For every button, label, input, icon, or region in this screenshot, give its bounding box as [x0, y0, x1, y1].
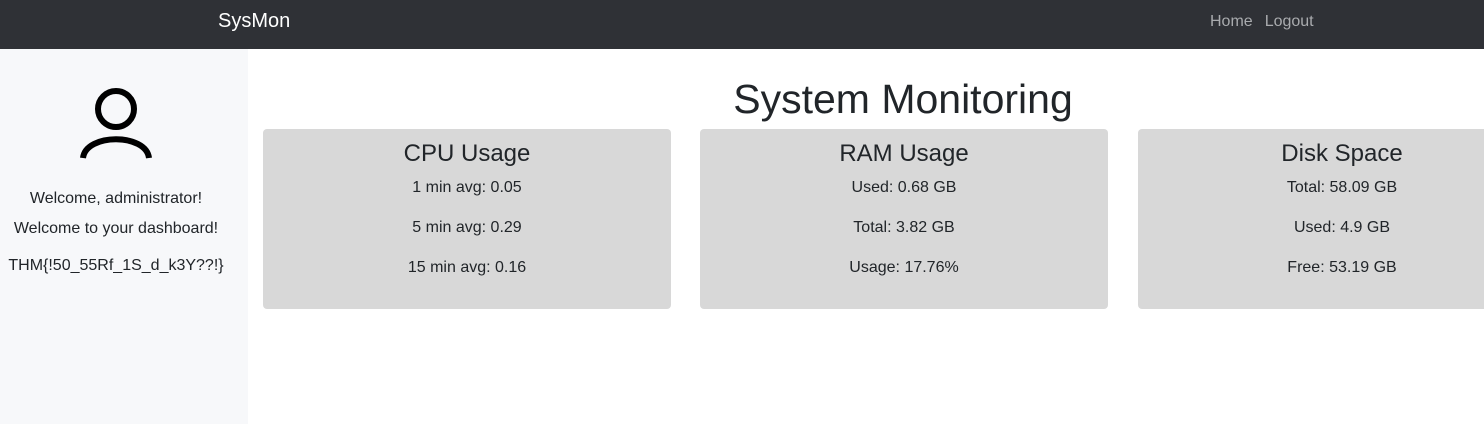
disk-total: Total: 58.09 GB — [1286, 179, 1398, 196]
top-navbar: SysMon Home Logout — [0, 0, 1484, 49]
brand-link[interactable]: SysMon — [218, 10, 290, 32]
disk-free: Free: 53.19 GB — [1287, 259, 1397, 276]
ram-used: Used: 0.68 GB — [851, 179, 957, 196]
cpu-usage-card: CPU Usage 1 min avg: 0.05 5 min avg: 0.2… — [263, 129, 671, 309]
card-title: CPU Usage — [403, 140, 531, 167]
page-title: System Monitoring — [733, 76, 1073, 122]
flag-text: THM{!50_55Rf_1S_d_k3Y??!} — [8, 257, 224, 274]
cpu-15min-avg: 15 min avg: 0.16 — [407, 259, 527, 276]
nav-links: Home Logout — [1210, 12, 1314, 32]
card-title: Disk Space — [1281, 140, 1403, 167]
user-icon — [80, 88, 152, 159]
card-title: RAM Usage — [839, 140, 969, 167]
cpu-1min-avg: 1 min avg: 0.05 — [412, 179, 522, 196]
ram-total: Total: 3.82 GB — [853, 219, 955, 236]
disk-space-card: Disk Space Total: 58.09 GB Used: 4.9 GB … — [1138, 129, 1484, 309]
disk-used: Used: 4.9 GB — [1293, 219, 1391, 236]
nav-logout-link[interactable]: Logout — [1265, 12, 1314, 32]
welcome-name: Welcome, administrator! — [29, 190, 203, 207]
ram-usage-percent: Usage: 17.76% — [849, 259, 959, 276]
sidebar: Welcome, administrator! Welcome to your … — [0, 49, 248, 424]
nav-home-link[interactable]: Home — [1210, 12, 1253, 32]
cpu-5min-avg: 5 min avg: 0.29 — [412, 219, 522, 236]
ram-usage-card: RAM Usage Used: 0.68 GB Total: 3.82 GB U… — [700, 129, 1108, 309]
welcome-message: Welcome to your dashboard! — [13, 220, 219, 237]
